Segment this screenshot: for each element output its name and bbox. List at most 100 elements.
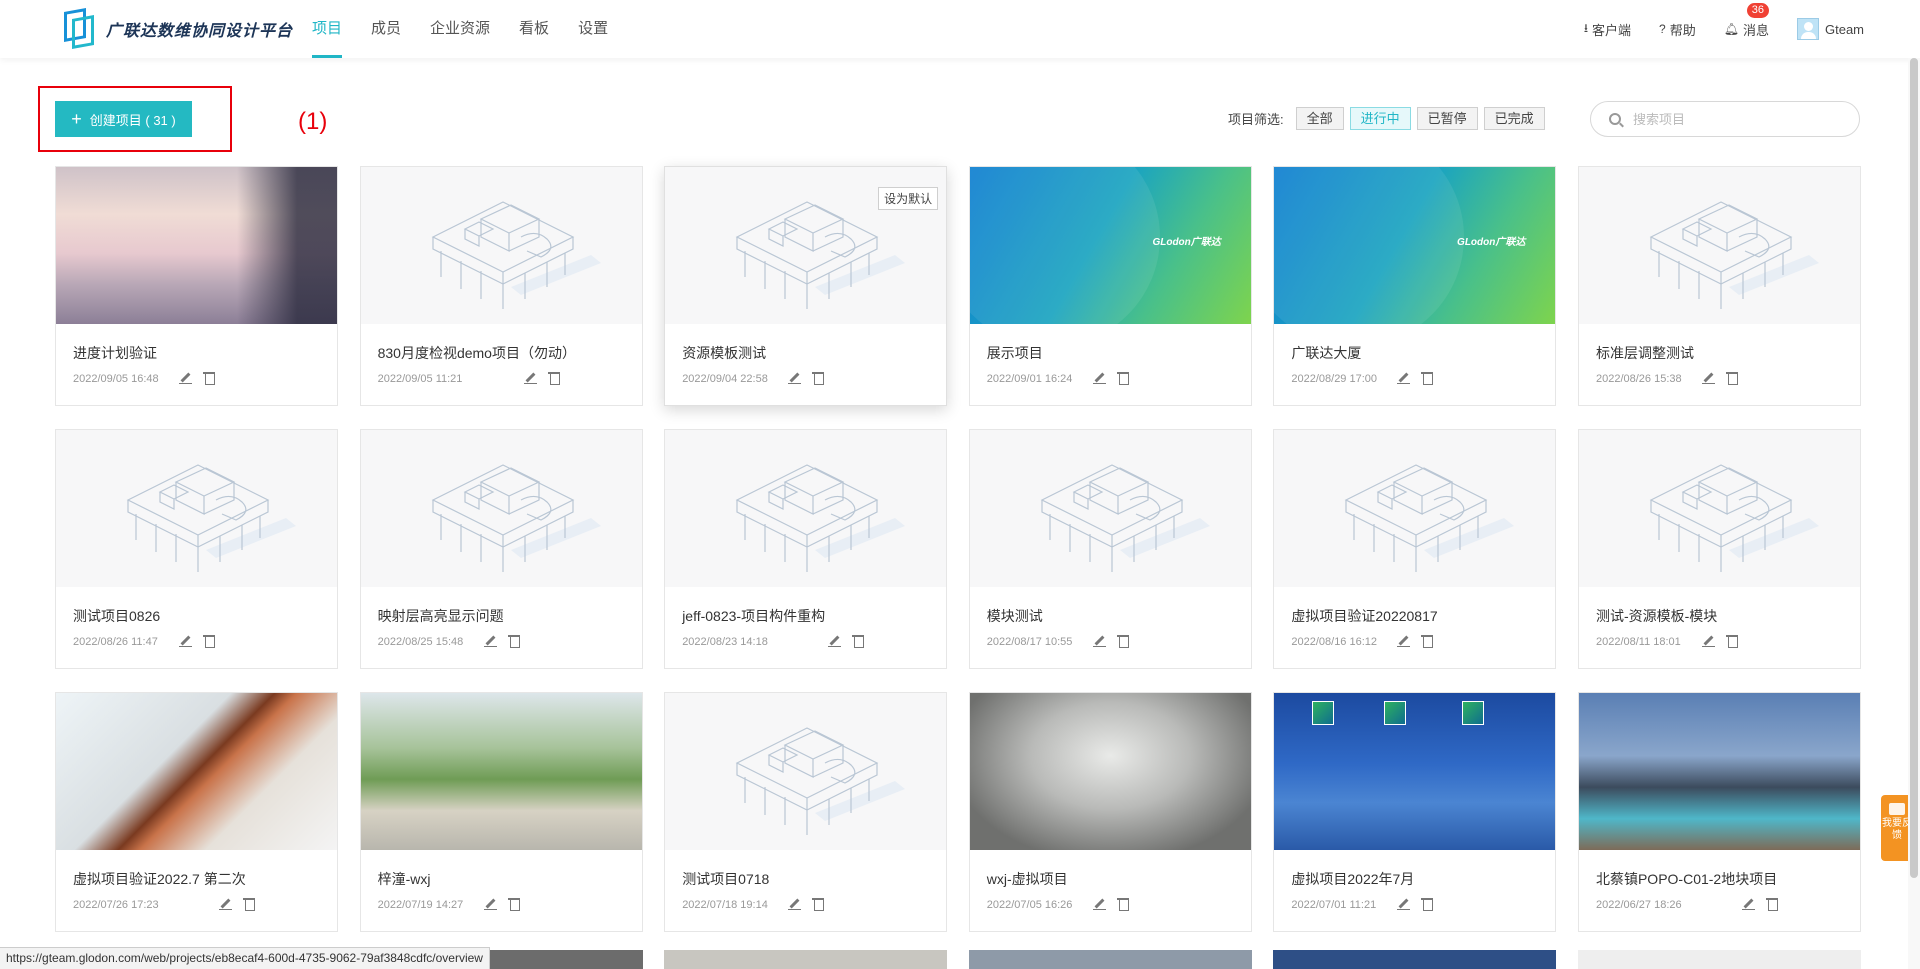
edit-icon[interactable] [1396,371,1411,385]
delete-icon[interactable] [1725,634,1739,648]
delete-icon[interactable] [1420,897,1434,911]
project-card[interactable]: GLodon广联达 展示项目 2022/09/01 16:24 [968,166,1252,406]
project-actions [787,371,835,385]
edit-icon[interactable] [1741,897,1755,911]
client-download-link[interactable]: ⭳ 客户端 [1584,19,1631,40]
edit-icon[interactable] [218,897,232,911]
nav-item-dashboard[interactable]: 看板 [519,0,549,58]
project-title: 测试-资源模板-模块 [1595,608,1718,624]
project-card-partial[interactable] [968,950,1252,969]
set-default-button[interactable]: 设为默认 [878,187,939,210]
project-card[interactable]: 模块测试 2022/08/17 10:55 [968,429,1252,669]
building-illustration [1649,201,1819,309]
project-card[interactable]: 测试-资源模板-模块 2022/08/11 18:01 [1577,429,1861,669]
filter-paused[interactable]: 已暂停 [1416,107,1478,130]
user-menu[interactable]: Gteam [1796,18,1864,40]
project-card[interactable]: 830月度检视demo项目（勿动） 2022/09/05 11:21 [359,166,643,406]
project-actions [218,897,266,911]
project-card[interactable]: 映射层高亮显示问题 2022/08/25 15:48 [359,429,643,669]
project-title: 虚拟项目验证2022.7 第二次 [73,871,246,887]
nav-item-enterprise-resources[interactable]: 企业资源 [430,0,490,58]
delete-icon[interactable] [851,634,865,648]
help-link[interactable]: ? 帮助 [1659,20,1696,39]
edit-icon[interactable] [1092,634,1106,648]
project-card[interactable]: wxj-虚拟项目 2022/07/05 16:26 [968,692,1252,932]
project-title: 广联达大厦 [1291,345,1362,361]
delete-icon[interactable] [547,371,561,385]
nav-item-projects[interactable]: 项目 [312,0,343,58]
edit-icon[interactable] [787,897,802,911]
edit-icon[interactable] [1092,897,1106,911]
project-actions [483,634,531,648]
project-thumbnail [1274,693,1556,850]
edit-icon[interactable] [1396,897,1411,911]
edit-icon[interactable] [827,634,842,648]
project-date: 2022/07/19 14:27 [377,899,464,911]
project-title: 虚拟项目2022年7月 [1291,871,1415,887]
project-thumbnail [665,430,947,587]
project-card-partial[interactable] [664,950,948,969]
project-card[interactable]: GLodon广联达 广联达大厦 2022/08/29 17:00 [1273,166,1557,406]
project-card[interactable]: jeff-0823-项目构件重构 2022/08/23 14:18 [664,429,948,669]
messages-link[interactable]: 🔔︎ 消息 36 [1724,2,1769,39]
building-illustration [431,464,601,572]
project-card[interactable]: 北蔡镇POPO-C01-2地块项目 2022/06/27 18:26 [1577,692,1861,932]
edit-icon[interactable] [178,371,192,385]
edit-icon[interactable] [178,634,192,648]
nav-item-members[interactable]: 成员 [371,0,401,58]
project-card-partial[interactable] [1273,950,1557,969]
project-card[interactable]: 设为默认 资源模板测试 2022/09/04 22:58 [664,166,948,406]
filter-completed[interactable]: 已完成 [1483,107,1545,130]
delete-icon[interactable] [1765,897,1779,911]
project-date: 2022/08/29 17:00 [1291,373,1378,385]
edit-icon[interactable] [523,371,537,385]
chat-icon [1889,803,1905,815]
project-card[interactable]: 虚拟项目验证2022.7 第二次 2022/07/26 17:23 [55,692,338,932]
delete-icon[interactable] [1116,371,1130,385]
scrollbar-thumb[interactable] [1910,58,1918,878]
delete-icon[interactable] [507,634,521,648]
project-card[interactable]: 虚拟项目验证20220817 2022/08/16 16:12 [1273,429,1557,669]
delete-icon[interactable] [1116,897,1130,911]
project-card[interactable]: 测试项目0718 2022/07/18 19:14 [664,692,948,932]
plus-icon: + [71,109,82,129]
delete-icon[interactable] [1116,634,1130,648]
delete-icon[interactable] [1420,371,1434,385]
app-logo[interactable]: 广联达数维协同设计平台 [64,8,293,49]
edit-icon[interactable] [1396,634,1411,648]
delete-icon[interactable] [1725,371,1739,385]
nav-item-settings[interactable]: 设置 [578,0,608,58]
delete-icon[interactable] [242,897,256,911]
search-input[interactable] [1633,111,1833,127]
project-card-partial[interactable] [1578,950,1861,969]
project-card[interactable]: 梓潼-wxj 2022/07/19 14:27 [359,692,643,932]
edit-icon[interactable] [1701,634,1715,648]
edit-icon[interactable] [787,371,802,385]
logo-icon [64,8,96,49]
project-thumbnail [360,167,642,324]
delete-icon[interactable] [1420,634,1434,648]
project-title: wxj-虚拟项目 [986,871,1068,887]
delete-icon[interactable] [507,897,521,911]
glodon-logo: GLodon广联达 [1152,237,1221,248]
project-card[interactable]: 测试项目0826 2022/08/26 11:47 [55,429,338,669]
delete-icon[interactable] [811,897,825,911]
edit-icon[interactable] [1092,371,1106,385]
project-card[interactable]: 虚拟项目2022年7月 2022/07/01 11:21 [1273,692,1557,932]
edit-icon[interactable] [483,634,497,648]
delete-icon[interactable] [202,371,216,385]
create-project-button[interactable]: + 创建项目 ( 31 ) [55,101,192,137]
project-title: 北蔡镇POPO-C01-2地块项目 [1595,871,1778,887]
delete-icon[interactable] [202,634,216,648]
building-illustration [431,201,601,309]
edit-icon[interactable] [483,897,497,911]
edit-icon[interactable] [1701,371,1715,385]
project-date: 2022/07/26 17:23 [73,899,159,911]
project-card[interactable]: 进度计划验证 2022/09/05 16:48 [55,166,338,406]
project-card[interactable]: 标准层调整测试 2022/08/26 15:38 [1577,166,1861,406]
delete-icon[interactable] [811,371,825,385]
filter-in-progress[interactable]: 进行中 [1349,107,1411,130]
project-thumbnail [360,693,642,850]
building-illustration [1040,464,1210,572]
filter-all[interactable]: 全部 [1295,107,1344,130]
